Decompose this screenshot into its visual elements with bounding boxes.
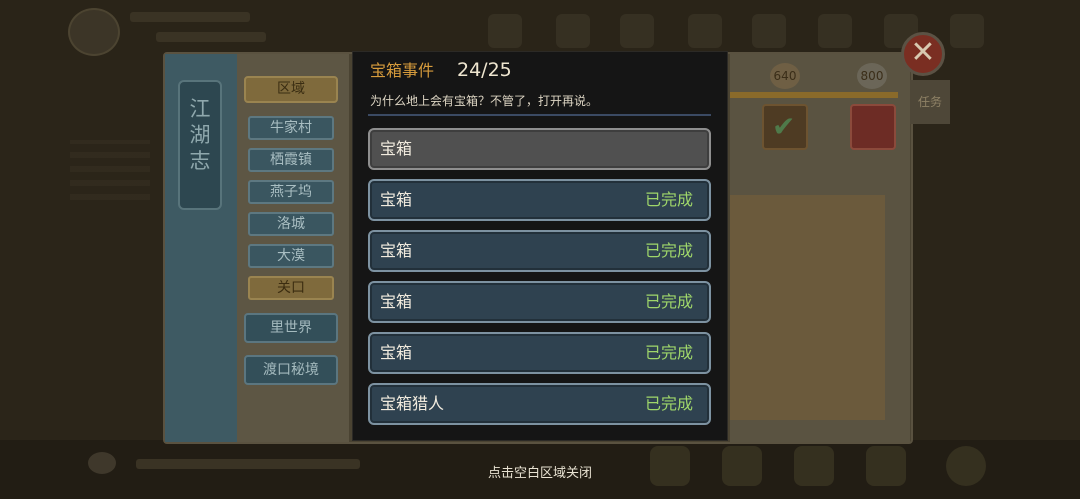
map-preview (730, 195, 885, 420)
game-screen[interactable]: 江湖志 区域 牛家村 栖霞镇 燕子坞 洛城 大漠 关口 里世界 渡口秘境 640… (0, 0, 1080, 499)
event-name: 宝箱 (380, 343, 413, 362)
top-menu-icon (818, 14, 852, 48)
region-item[interactable]: 洛城 (248, 212, 334, 236)
event-row[interactable]: 宝箱 已完成 (368, 179, 711, 221)
event-row[interactable]: 宝箱猎人 已完成 (368, 383, 711, 425)
avatar (68, 8, 120, 56)
dialog-progress-count: 24/25 (457, 59, 512, 81)
event-status: 已完成 (644, 190, 693, 209)
top-menu-icon (488, 14, 522, 48)
event-row[interactable]: 宝箱 已完成 (368, 281, 711, 323)
reward-score: 800 (857, 63, 887, 89)
region-header: 区域 (244, 76, 338, 103)
region-item[interactable]: 大漠 (248, 244, 334, 268)
event-name: 宝箱 (380, 292, 413, 311)
player-name-placeholder (130, 12, 250, 22)
event-row[interactable]: 宝箱 已完成 (368, 230, 711, 272)
close-icon[interactable]: ✕ (901, 32, 945, 76)
dialog-title: 宝箱事件 (370, 61, 435, 80)
reward-progress-bar (730, 92, 898, 98)
event-name: 宝箱猎人 (380, 394, 445, 413)
event-status: 已完成 (644, 241, 693, 260)
player-stat-placeholder (156, 32, 266, 42)
tap-to-close-hint[interactable]: 点击空白区域关闭 (0, 466, 1080, 482)
divider (368, 114, 711, 116)
event-status: 已完成 (644, 394, 693, 413)
reward-card[interactable] (850, 104, 896, 150)
event-name: 宝箱 (380, 190, 413, 209)
region-item[interactable]: 燕子坞 (248, 180, 334, 204)
event-status: 已完成 (644, 292, 693, 311)
other-world-button[interactable]: 里世界 (244, 313, 338, 343)
top-menu-icon (688, 14, 722, 48)
event-row-pending[interactable]: 宝箱 (368, 128, 711, 170)
event-status: 已完成 (644, 343, 693, 362)
reward-score: 640 (770, 63, 800, 89)
event-row[interactable]: 宝箱 已完成 (368, 332, 711, 374)
event-name: 宝箱 (380, 139, 413, 158)
top-menu-icon (620, 14, 654, 48)
top-menu-icon (556, 14, 590, 48)
region-item-active[interactable]: 关口 (248, 276, 334, 300)
journal-banner-title: 江湖志 (189, 97, 211, 173)
top-menu-icon (752, 14, 786, 48)
region-item[interactable]: 栖霞镇 (248, 148, 334, 172)
check-icon: ✔ (772, 110, 796, 143)
side-quest-list (70, 140, 150, 200)
dialog-description: 为什么地上会有宝箱？不管了，打开再说。 (370, 94, 599, 108)
top-menu-icon (950, 14, 984, 48)
side-tab[interactable]: 任务 (910, 80, 950, 124)
region-item[interactable]: 牛家村 (248, 116, 334, 140)
event-name: 宝箱 (380, 241, 413, 260)
other-world-button[interactable]: 渡口秘境 (244, 355, 338, 385)
